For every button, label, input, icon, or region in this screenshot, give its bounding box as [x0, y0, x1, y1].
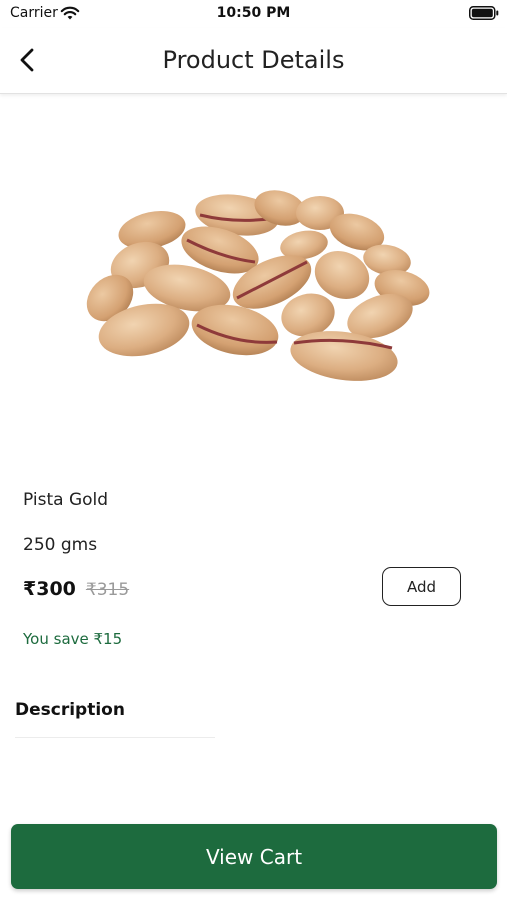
battery-full-icon: [469, 6, 499, 20]
product-details-screen: Carrier 10:50 PM Product Details Pista G…: [0, 0, 507, 900]
product-name: Pista Gold: [23, 490, 109, 510]
price-current: ₹300: [23, 578, 76, 600]
clock-time: 10:50 PM: [216, 5, 291, 21]
add-to-cart-button[interactable]: Add: [382, 567, 461, 606]
price-original-strikethrough: ₹315: [85, 580, 130, 600]
price-row: ₹300 ₹315: [23, 578, 129, 600]
navigation-header: Product Details: [0, 28, 507, 94]
page-title: Product Details: [162, 46, 345, 74]
view-cart-button[interactable]: View Cart: [11, 824, 497, 889]
description-divider: [15, 737, 215, 738]
status-bar: Carrier 10:50 PM: [0, 0, 507, 28]
product-weight: 250 gms: [23, 535, 98, 555]
pistachio-nuts-image: [86, 190, 430, 381]
savings-text: You save ₹15: [23, 630, 123, 648]
description-heading: Description: [15, 700, 125, 720]
